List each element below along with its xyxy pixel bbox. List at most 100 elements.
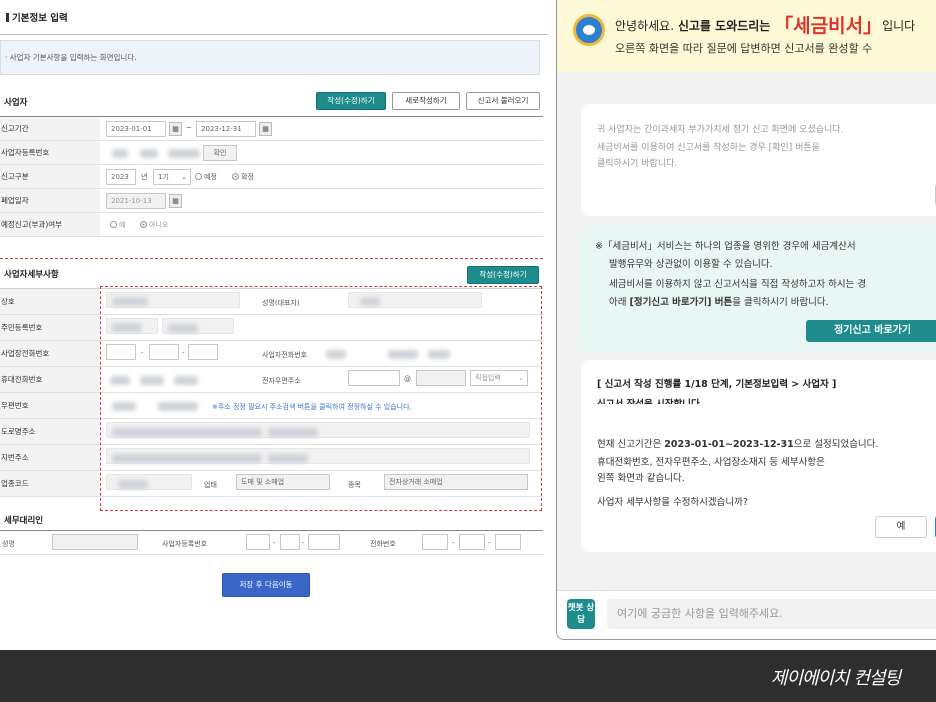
label-industry: 업종코드 <box>0 471 100 496</box>
row-bizno: 사업자등록번호 확인 <box>0 141 543 165</box>
detail-table: 상호 성명(대표자) 주민등록번호 사업장전화번호 - - 사업자전화번호 휴대… <box>0 288 543 497</box>
row-period: 신고기간 2023-01-01 ▦ ~ 2023-12-31 ▦ <box>0 117 543 141</box>
period-end-input[interactable]: 2023-12-31 <box>196 121 256 137</box>
load-report-button[interactable]: 신고서 불러오기 <box>466 92 540 110</box>
label-bizphone2: 사업자전화번호 <box>262 351 308 359</box>
email-id-input[interactable] <box>348 370 400 386</box>
footer-bar: 제이에이치 컨설팅 <box>0 650 936 702</box>
bizphone-3[interactable] <box>188 344 218 360</box>
blurred-value <box>388 350 418 359</box>
blurred-value <box>428 350 450 359</box>
new-write-button[interactable]: 새로작성하기 <box>392 92 460 110</box>
calendar-icon[interactable]: ▦ <box>169 122 182 136</box>
row-postcheck: 예정신고(부과)여부 예 아니오 <box>0 213 543 237</box>
regular-report-button[interactable]: 정기신고 바로가기 <box>806 320 936 342</box>
blurred-value <box>112 428 262 437</box>
chevron-down-icon: ⌄ <box>518 374 524 382</box>
agent-bizno-1[interactable] <box>246 534 270 550</box>
period-separator: ~ <box>186 124 192 132</box>
blurred-value <box>118 480 148 489</box>
radio-no[interactable]: 아니오 <box>140 220 168 230</box>
radio-final[interactable]: 확정 <box>232 172 254 182</box>
agent-bizno-3[interactable] <box>308 534 340 550</box>
calendar-icon[interactable]: ▦ <box>169 194 182 208</box>
blurred-value <box>140 376 164 385</box>
chat-message: ※「세금비서」서비스는 하나의 업종을 영위한 경우에 세금계산서 발행유무와 … <box>581 226 936 352</box>
edit-button[interactable]: 작성(수정)하기 <box>316 92 386 110</box>
info-box: · 사업자 기본사항을 입력하는 화면입니다. <box>0 40 540 75</box>
label-jibun: 지번주소 <box>0 445 100 470</box>
label-bizphone: 사업장전화번호 <box>0 341 100 366</box>
bot-mascot-icon <box>573 14 605 46</box>
blurred-value <box>168 324 198 333</box>
row-rrn: 주민등록번호 <box>0 315 543 341</box>
email-domain-select[interactable]: 직접입력 ⌄ <box>470 370 528 386</box>
blurred-value <box>140 149 158 158</box>
blurred-value <box>112 402 136 411</box>
row-agent: 성명 사업자등록번호 - - 전화번호 - - <box>0 531 543 555</box>
row-mobile: 휴대전화번호 전자우편주소 @ 직접입력 ⌄ <box>0 367 543 393</box>
label-name: 성명(대표자) <box>262 299 300 307</box>
biz-item-value: 전자상거래 소매업 <box>384 474 528 490</box>
row-road: 도로명주소 <box>0 419 543 445</box>
chat-input[interactable]: 여기에 궁금한 사항을 입력해주세요. <box>607 599 936 629</box>
label-postcheck: 예정신고(부과)여부 <box>0 213 100 236</box>
agent-phone-1[interactable] <box>422 534 448 550</box>
label-type: 신고구분 <box>0 165 100 188</box>
blurred-value <box>174 376 198 385</box>
label-mobile: 휴대전화번호 <box>0 367 100 392</box>
detail-edit-button[interactable]: 작성(수정)하기 <box>467 266 539 284</box>
agent-phone-3[interactable] <box>495 534 521 550</box>
confirm-button[interactable]: 확인 <box>203 145 237 161</box>
chat-message: 귀 사업자는 간이과세자 부가가치세 정기 신고 화면에 오셨습니다. 세금비서… <box>581 104 936 216</box>
save-next-button[interactable]: 저장 후 다음이동 <box>222 573 310 597</box>
term-select[interactable]: 1기 ⌄ <box>153 169 191 185</box>
chat-message: [ 신고서 작성 진행률 1/18 단계, 기본정보입력 > 사업자 ] 신고서… <box>581 360 936 552</box>
agent-phone-2[interactable] <box>459 534 485 550</box>
period-start-input[interactable]: 2023-01-01 <box>106 121 166 137</box>
agent-table: 성명 사업자등록번호 - - 전화번호 - - <box>0 530 543 555</box>
label-road: 도로명주소 <box>0 419 100 444</box>
year-select[interactable]: 2023 <box>106 169 136 185</box>
form-panel: 기본정보 입력 · 사업자 기본사항을 입력하는 화면입니다. 사업자 작성(수… <box>0 0 548 650</box>
banner-line1: 안녕하세요. 신고를 도와드리는 「세금비서」입니다 <box>615 15 916 37</box>
radio-yes[interactable]: 예 <box>110 220 125 230</box>
blurred-value <box>112 323 142 332</box>
closing-date-input[interactable]: 2021-10-13 <box>106 193 166 209</box>
blurred-value <box>112 297 148 306</box>
yes-button[interactable]: 예 <box>875 516 927 538</box>
chatbot-consult-button[interactable]: 챗봇 상담 <box>567 599 595 629</box>
chat-messages: 귀 사업자는 간이과세자 부가가치세 정기 신고 화면에 오셨습니다. 세금비서… <box>557 72 936 590</box>
radio-pre[interactable]: 예정 <box>195 172 217 182</box>
email-domain-input[interactable] <box>416 370 466 386</box>
section-title-business: 사업자 <box>4 98 28 108</box>
label-company: 상호 <box>0 289 100 314</box>
screenshot-root: 기본정보 입력 · 사업자 기본사항을 입력하는 화면입니다. 사업자 작성(수… <box>0 0 936 702</box>
business-table: 신고기간 2023-01-01 ▦ ~ 2023-12-31 ▦ 사업자등록번호… <box>0 116 543 237</box>
agent-bizno-2[interactable] <box>280 534 300 550</box>
label-agent-phone: 전화번호 <box>370 540 396 548</box>
email-at: @ <box>404 375 411 383</box>
label-email: 전자우편주소 <box>262 377 301 385</box>
label-rrn: 주민등록번호 <box>0 315 100 340</box>
bizphone-2[interactable] <box>149 344 179 360</box>
banner-line2: 오른쪽 화면을 따라 질문에 답변하면 신고서를 완성할 수 <box>615 42 873 55</box>
blurred-value <box>158 402 198 411</box>
label-bizno: 사업자등록번호 <box>0 141 100 164</box>
section-title-agent: 세무대리인 <box>4 516 44 526</box>
calendar-icon[interactable]: ▦ <box>259 122 272 136</box>
footer-brand: 제이에이치 컨설팅 <box>770 668 901 689</box>
row-closing: 폐업일자 2021-10-13 ▦ <box>0 189 543 213</box>
bizphone-1[interactable] <box>106 344 136 360</box>
info-text: · 사업자 기본사항을 입력하는 화면입니다. <box>5 53 137 62</box>
biz-type-value: 도매 및 소매업 <box>236 474 330 490</box>
blurred-value <box>360 297 380 306</box>
section-divider <box>0 258 543 259</box>
row-company: 상호 성명(대표자) <box>0 289 543 315</box>
blurred-value <box>110 376 130 385</box>
label-agent-name: 성명 <box>2 540 15 548</box>
chevron-down-icon: ⌄ <box>181 173 187 181</box>
row-bizphone: 사업장전화번호 - - 사업자전화번호 <box>0 341 543 367</box>
chat-input-bar: 챗봇 상담 여기에 궁금한 사항을 입력해주세요. <box>557 590 936 639</box>
agent-name-input[interactable] <box>52 534 138 550</box>
